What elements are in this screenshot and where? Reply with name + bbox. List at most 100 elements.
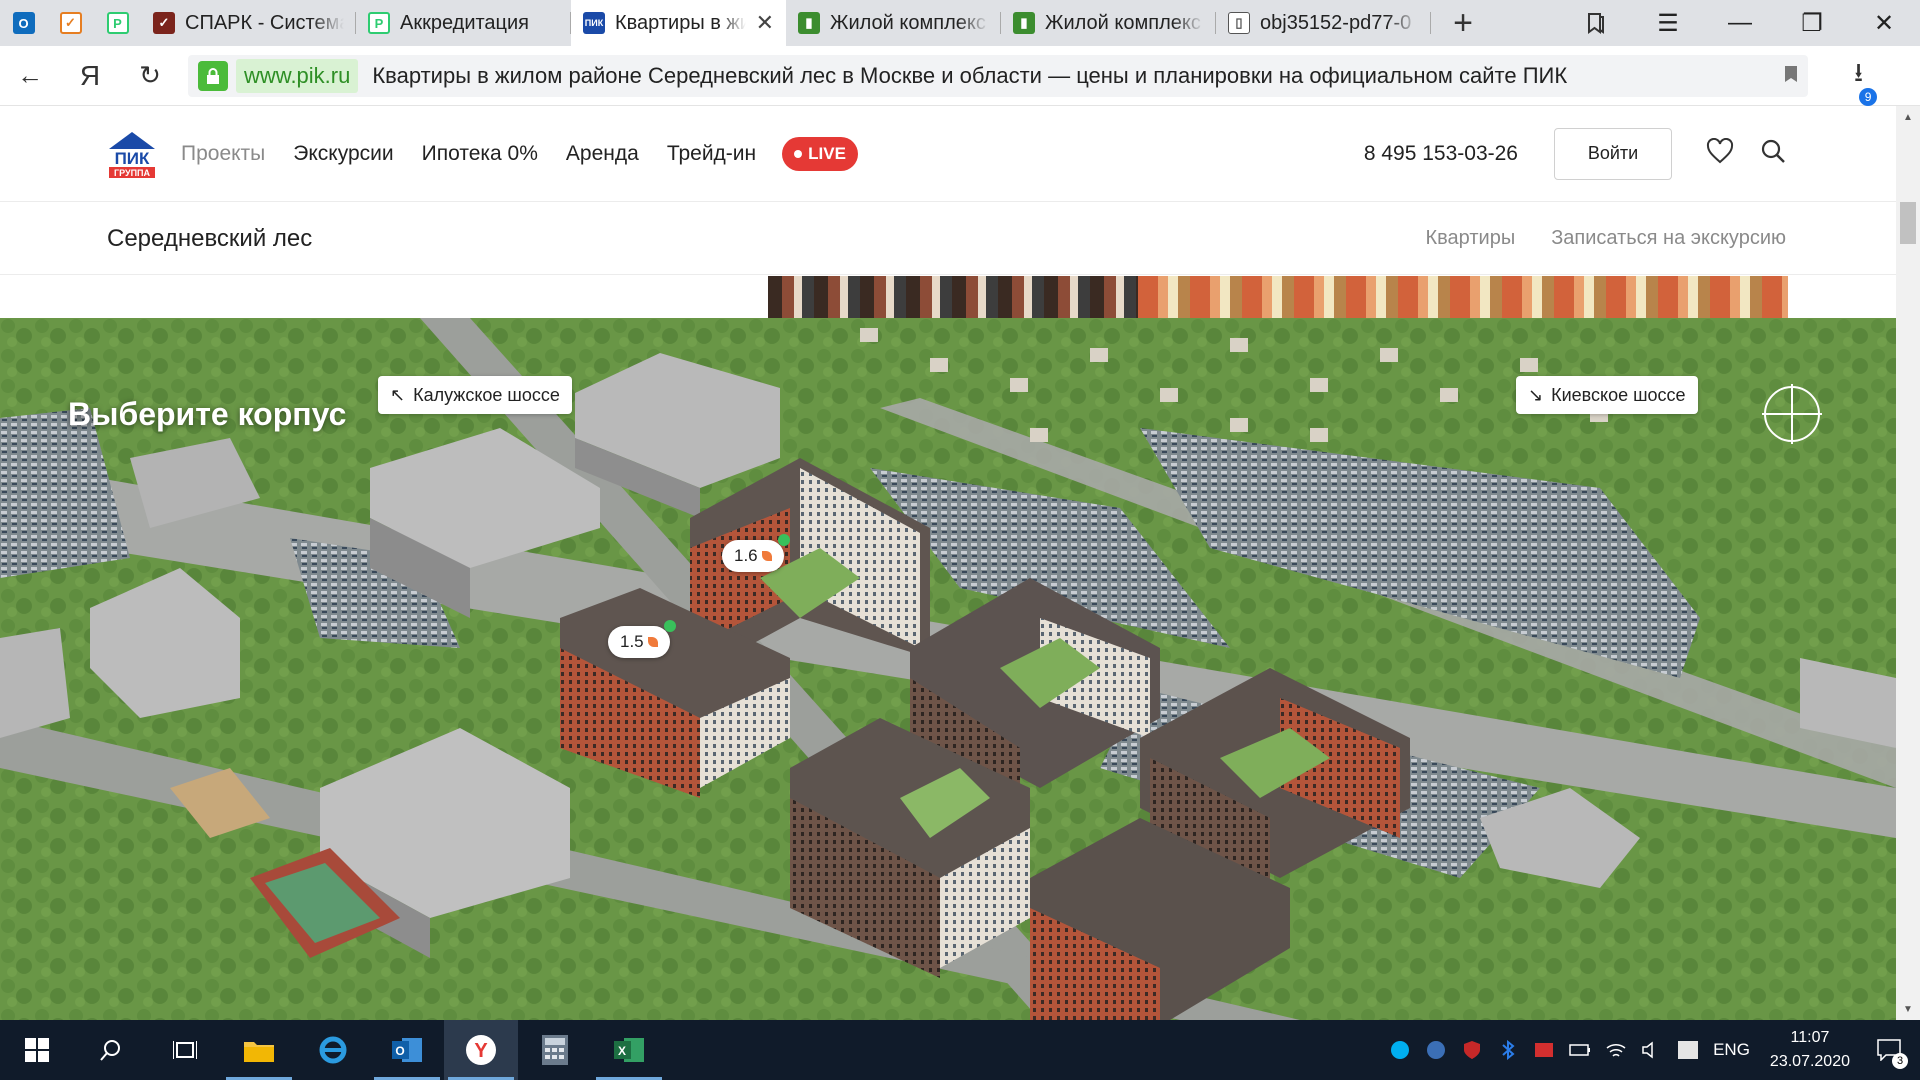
building-facade-image [768,276,1788,318]
subnav-link-excursion[interactable]: Записаться на экскурсию [1551,227,1786,250]
action-center-button[interactable]: 3 [1864,1039,1914,1069]
outlook-taskbar-icon[interactable]: O [370,1020,444,1080]
downloads-count-badge: 9 [1859,87,1878,106]
chart-icon: ▮ [798,12,820,34]
bookmarks-icon[interactable] [1560,0,1632,46]
tab-pik-active[interactable]: ПИК Квартиры в жилом ✕ [571,0,786,46]
scroll-down-icon[interactable]: ▼ [1896,998,1920,1020]
browser-tab-bar: O ✓ P ✓ СПАРК - Система P Аккредитация П… [0,0,1920,46]
direction-label: Калужское шоссе [413,384,560,405]
live-dot-icon [794,149,803,158]
internet-explorer-icon[interactable] [296,1020,370,1080]
menu-icon[interactable]: ☰ [1632,0,1704,46]
bookmark-icon[interactable] [1784,63,1798,89]
tab-document[interactable]: ▯ obj35152-pd77-0 [1216,0,1431,46]
file-explorer-icon[interactable] [222,1020,296,1080]
shield-icon[interactable] [1461,1039,1483,1061]
subnav-link-apartments[interactable]: Квартиры [1426,227,1516,250]
live-label: LIVE [808,143,846,163]
excel-icon[interactable]: X [592,1020,666,1080]
close-window-icon[interactable]: ✕ [1848,0,1920,46]
live-button[interactable]: LIVE [782,136,858,171]
wifi-icon[interactable] [1605,1039,1627,1061]
page-scrollbar[interactable]: ▲ ▼ [1896,106,1920,1020]
login-button[interactable]: Войти [1554,127,1672,180]
leaf-icon [761,551,772,561]
outlook-icon: O [12,12,35,34]
tab-complex-1[interactable]: ▮ Жилой комплекс [786,0,1001,46]
scroll-thumb[interactable] [1900,202,1916,244]
favorites-heart-icon[interactable] [1706,137,1734,169]
svg-text:O: O [395,1044,404,1058]
volume-icon[interactable] [1641,1039,1663,1061]
pin-label: 1.6 [734,546,758,565]
svg-text:X: X [618,1044,626,1058]
yandex-icon[interactable]: Я [60,46,120,106]
download-icon: ⭳ [1854,56,1864,87]
tab-spark[interactable]: ✓ СПАРК - Система [141,0,356,46]
menu-item-trade-in[interactable]: Трейд-ин [667,142,756,166]
direction-label: Киевское шоссе [1551,384,1686,405]
bluetooth-icon[interactable] [1497,1039,1519,1061]
taskbar-search-icon[interactable] [74,1020,148,1080]
close-tab-icon[interactable]: ✕ [756,10,774,36]
site-header: ПИК ГРУППА Проекты Экскурсии Ипотека 0% … [0,106,1896,202]
new-tab-button[interactable]: + [1431,0,1495,46]
map-heading: Выберите корпус [68,396,347,432]
building-selector-map[interactable]: Выберите корпус ↖ Калужское шоссе ↘ Киев… [0,318,1896,1020]
calculator-icon[interactable] [518,1020,592,1080]
tab-title: Жилой комплекс [830,11,986,34]
document-icon: ▯ [1228,12,1250,34]
windows-icon [25,1038,49,1062]
project-title: Середневский лес [107,224,313,252]
tab-title: СПАРК - Система [185,11,344,34]
url-page-title: Квартиры в жилом районе Середневский лес… [372,62,1568,88]
language-indicator[interactable]: ENG [1713,1040,1750,1060]
pik-icon: ПИК [583,12,605,34]
tab-accreditation[interactable]: P Аккредитация [356,0,571,46]
globe-icon[interactable] [1425,1039,1447,1061]
pinned-tab-tasks[interactable]: ✓ [47,0,94,46]
project-subnav: Середневский лес Квартиры Записаться на … [0,203,1896,275]
tab-title: obj35152-pd77-0 [1260,11,1412,34]
restore-icon[interactable]: ❐ [1776,0,1848,46]
leaf-icon [647,637,658,647]
building-pin-1-6[interactable]: 1.6 [722,534,790,572]
back-button[interactable]: ← [0,46,60,106]
tab-complex-2[interactable]: ▮ Жилой комплекс [1001,0,1216,46]
start-button[interactable] [0,1020,74,1080]
minimize-icon[interactable]: — [1704,0,1776,46]
direction-kievskoe-button[interactable]: ↘ Киевское шоссе [1516,376,1698,414]
battery-icon[interactable] [1569,1039,1591,1061]
arrow-down-right-icon: ↘ [1528,384,1544,405]
downloads-button[interactable]: ⭳ 9 [1854,54,1878,106]
tasks-icon: ✓ [59,12,82,34]
menu-item-mortgage[interactable]: Ипотека 0% [422,142,538,166]
phone-number[interactable]: 8 495 153-03-26 [1364,142,1518,166]
address-bar: ← Я ↻ www.pik.ru Квартиры в жилом районе… [0,46,1920,106]
windows-taskbar: O Y X ENG 11:07 23.07.2020 3 [0,1020,1920,1080]
reload-button[interactable]: ↻ [120,46,180,106]
sber-tray-icon[interactable] [1677,1039,1699,1061]
chart-icon: ▮ [1013,12,1035,34]
search-icon[interactable] [1760,138,1786,169]
building-pin-1-5[interactable]: 1.5 [608,620,676,658]
status-dot-icon [777,534,790,546]
pik-logo[interactable]: ПИК ГРУППА [107,129,157,179]
scroll-up-icon[interactable]: ▲ [1896,106,1920,128]
task-view-icon[interactable] [148,1020,222,1080]
tab-title: Квартиры в жилом [615,11,746,34]
direction-kaluzhskoe-button[interactable]: ↖ Калужское шоссе [378,376,572,414]
menu-item-excursions[interactable]: Экскурсии [293,142,393,166]
pinned-tab-outlook[interactable]: O [0,0,47,46]
skype-icon[interactable] [1389,1039,1411,1061]
yandex-browser-icon[interactable]: Y [444,1020,518,1080]
menu-item-projects[interactable]: Проекты [181,142,265,166]
url-field[interactable]: www.pik.ru Квартиры в жилом районе Серед… [188,54,1808,97]
pinned-tab-green[interactable]: P [94,0,141,46]
antivirus-icon[interactable] [1533,1039,1555,1061]
tab-title: Аккредитация [400,11,530,34]
menu-item-rent[interactable]: Аренда [566,142,639,166]
notifications-count-badge: 3 [1892,1053,1908,1069]
system-clock[interactable]: 11:07 23.07.2020 [1770,1026,1850,1074]
